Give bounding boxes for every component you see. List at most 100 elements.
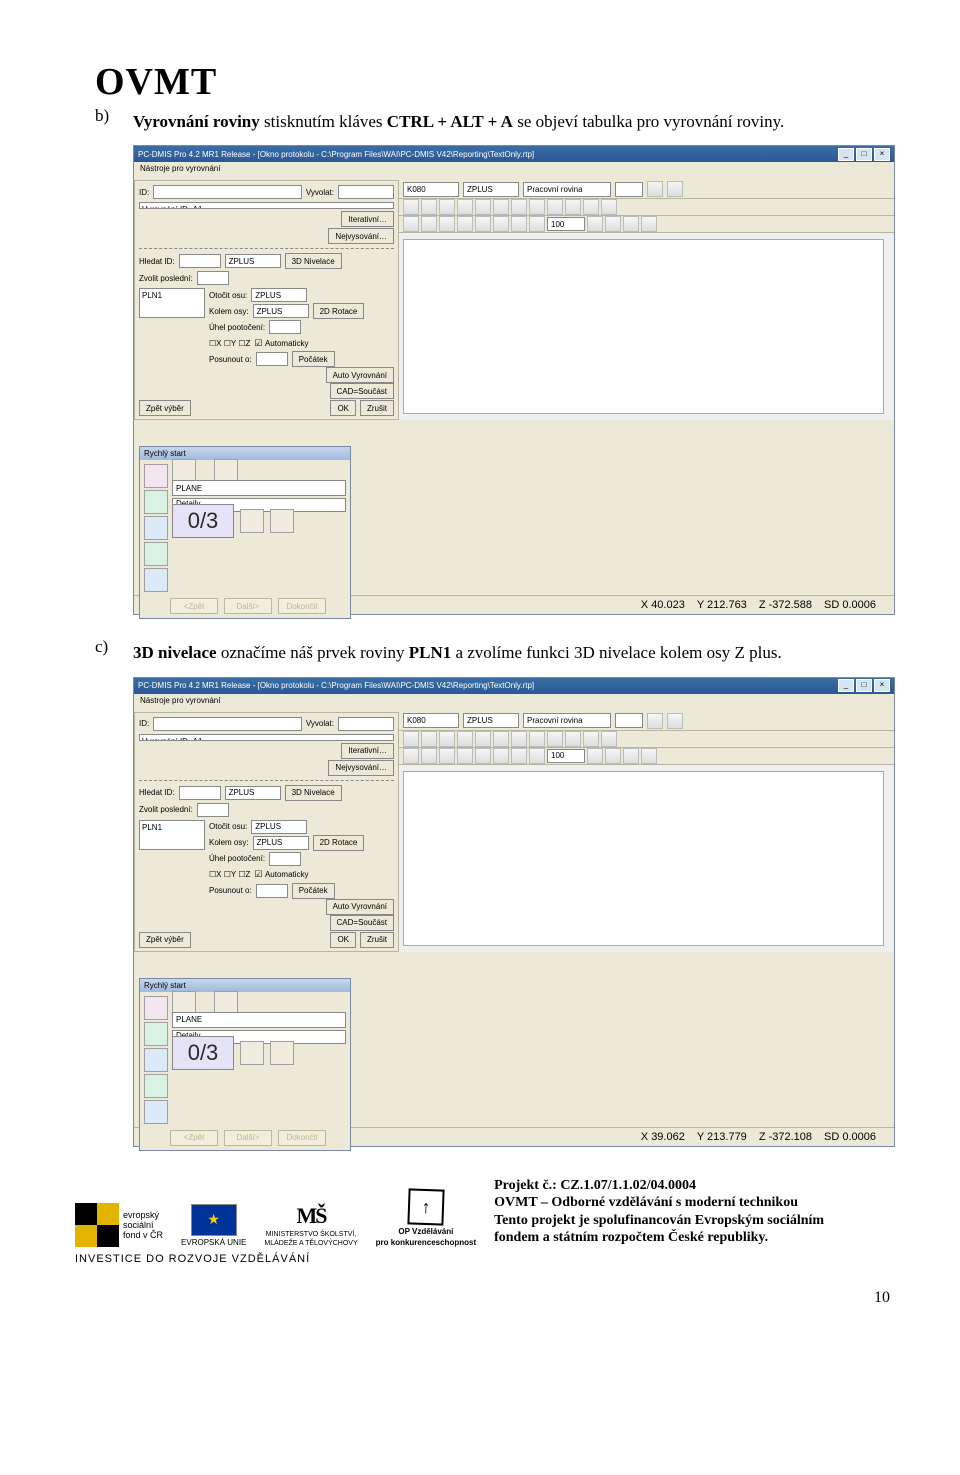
dokoncit-qs-button[interactable]: Dokončit: [278, 598, 326, 614]
qs-icon[interactable]: [144, 1100, 168, 1124]
pocatek-button[interactable]: Počátek: [292, 883, 335, 899]
nivelace-button[interactable]: 3D Nivelace: [285, 785, 342, 801]
toolbar-icon[interactable]: [511, 748, 527, 764]
qs-icon[interactable]: [144, 1048, 168, 1072]
toolbar-icon[interactable]: [439, 748, 455, 764]
zpet-button[interactable]: Zpět výběr: [139, 932, 191, 948]
plane-select[interactable]: PLANE: [172, 1012, 346, 1028]
toolbar-icon[interactable]: [403, 216, 419, 232]
k-select[interactable]: K080: [403, 182, 459, 197]
toolbar-icon[interactable]: [647, 181, 663, 197]
toolbar-icon[interactable]: [583, 199, 599, 215]
toolbar-icon[interactable]: [493, 199, 509, 215]
toolbar-icon[interactable]: [511, 199, 527, 215]
toolbar-icon[interactable]: [475, 216, 491, 232]
toolbar-icon[interactable]: [457, 216, 473, 232]
toolbar-icon[interactable]: [605, 748, 621, 764]
zrusit-button[interactable]: Zrušit: [360, 400, 394, 416]
dalsi-qs-button[interactable]: Další>: [224, 1130, 272, 1146]
toolbar-icon[interactable]: [529, 748, 545, 764]
qs-icon[interactable]: [144, 490, 168, 514]
qs-icon[interactable]: [144, 464, 168, 488]
toolbar-icon[interactable]: [439, 216, 455, 232]
posunout-input[interactable]: [256, 884, 288, 898]
minimize-icon[interactable]: _: [838, 679, 854, 692]
ok-button[interactable]: OK: [330, 932, 356, 948]
toolbar-icon[interactable]: [623, 748, 639, 764]
qs-tool-icon[interactable]: [240, 509, 264, 533]
toolbar-icon[interactable]: [493, 216, 509, 232]
posunout-input[interactable]: [256, 352, 288, 366]
uhel-input[interactable]: [269, 320, 301, 334]
zvolit-input[interactable]: [197, 271, 229, 285]
element-list[interactable]: PLN1: [139, 820, 205, 850]
toolbar-icon[interactable]: [605, 216, 621, 232]
ok-button[interactable]: OK: [330, 400, 356, 416]
pocatek-button[interactable]: Počátek: [292, 351, 335, 367]
toolbar-icon[interactable]: [641, 748, 657, 764]
id-input[interactable]: [153, 185, 302, 199]
qs-tool-icon[interactable]: [240, 1041, 264, 1065]
zrusit-button[interactable]: Zrušit: [360, 932, 394, 948]
zpet-button[interactable]: Zpět výběr: [139, 400, 191, 416]
toolbar-icon[interactable]: [511, 216, 527, 232]
toolbar-icon[interactable]: [457, 199, 473, 215]
zvolit-input[interactable]: [197, 803, 229, 817]
qs-tool-icon[interactable]: [270, 509, 294, 533]
qs-icon[interactable]: [144, 1074, 168, 1098]
dalsi-qs-button[interactable]: Další>: [224, 598, 272, 614]
zoom-select[interactable]: 100: [547, 217, 585, 231]
dokoncit-qs-button[interactable]: Dokončit: [278, 1130, 326, 1146]
element-list[interactable]: PLN1: [139, 288, 205, 318]
toolbar-icon[interactable]: [475, 199, 491, 215]
toolbar-icon[interactable]: [511, 731, 527, 747]
toolbar-icon[interactable]: [439, 199, 455, 215]
qs-icon[interactable]: [144, 542, 168, 566]
zplus-select[interactable]: ZPLUS: [225, 254, 281, 268]
qs-icon[interactable]: [144, 996, 168, 1020]
vyvolat-select[interactable]: [338, 185, 394, 199]
rotace-button[interactable]: 2D Rotace: [313, 835, 365, 851]
cad-button[interactable]: CAD=Součást: [330, 383, 394, 399]
close-icon[interactable]: ×: [874, 679, 890, 692]
close-icon[interactable]: ×: [874, 148, 890, 161]
toolbar-icon[interactable]: [421, 731, 437, 747]
empty-select[interactable]: [615, 182, 643, 197]
id-input[interactable]: [153, 717, 302, 731]
minimize-icon[interactable]: _: [838, 148, 854, 161]
maximize-icon[interactable]: □: [856, 148, 872, 161]
vyvolat-select[interactable]: [338, 717, 394, 731]
toolbar-icon[interactable]: [641, 216, 657, 232]
cs-select[interactable]: Pracovní rovina: [523, 182, 611, 197]
toolbar-icon[interactable]: [547, 199, 563, 215]
nivelace-button[interactable]: 3D Nivelace: [285, 253, 342, 269]
toolbar-icon[interactable]: [565, 199, 581, 215]
toolbar-icon[interactable]: [583, 731, 599, 747]
toolbar-icon[interactable]: [403, 748, 419, 764]
toolbar-icon[interactable]: [493, 731, 509, 747]
zpet-qs-button[interactable]: <Zpět: [170, 598, 218, 614]
toolbar-icon[interactable]: [587, 748, 603, 764]
nejvysovani-button[interactable]: Nejvysování…: [328, 228, 394, 244]
nejvysovani-button[interactable]: Nejvysování…: [328, 760, 394, 776]
plane-select[interactable]: PLANE: [172, 480, 346, 496]
qs-icon[interactable]: [144, 568, 168, 592]
toolbar-icon[interactable]: [457, 748, 473, 764]
steps-listbox[interactable]: Vyrovnání ID=A1 Vyvolej vyrovnání ID=STA…: [139, 734, 394, 741]
toolbar-icon[interactable]: [547, 731, 563, 747]
rotace-button[interactable]: 2D Rotace: [313, 303, 365, 319]
auto-vyrovnani-button[interactable]: Auto Vyrovnání: [326, 899, 394, 915]
toolbar-icon[interactable]: [421, 199, 437, 215]
automaticky-check[interactable]: Automaticky: [254, 869, 308, 880]
qs-icon[interactable]: [144, 516, 168, 540]
toolbar-icon[interactable]: [475, 748, 491, 764]
qs-tool-icon[interactable]: [270, 1041, 294, 1065]
toolbar-icon[interactable]: [667, 181, 683, 197]
zplus-select[interactable]: ZPLUS: [225, 786, 281, 800]
toolbar-icon[interactable]: [457, 731, 473, 747]
qs-icon[interactable]: [144, 1022, 168, 1046]
toolbar-icon[interactable]: [529, 199, 545, 215]
kolem-select[interactable]: ZPLUS: [253, 836, 309, 850]
iterativni-button[interactable]: Iterativní…: [341, 211, 394, 227]
automaticky-check[interactable]: Automaticky: [254, 338, 308, 349]
